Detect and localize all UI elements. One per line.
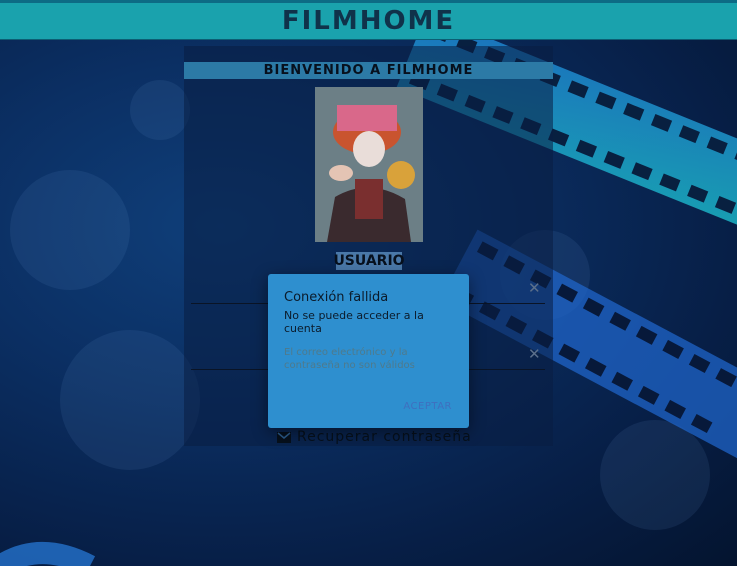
recover-password-label: Recuperar contraseña: [297, 429, 472, 445]
close-icon[interactable]: ✕: [528, 279, 541, 297]
user-label: USUARIO: [333, 252, 405, 270]
top-bar: FILMHOME: [0, 0, 737, 40]
profile-avatar-image: [315, 87, 423, 242]
close-icon[interactable]: ✕: [528, 345, 541, 363]
mail-icon: [277, 431, 291, 443]
card-title: BIENVENIDO A FILMHOME: [184, 62, 553, 79]
error-dialog: Conexión fallida No se puede acceder a l…: [268, 274, 469, 428]
dialog-subtitle: No se puede acceder a la cuenta: [284, 309, 424, 335]
brand-title: FILMHOME: [281, 6, 456, 36]
dialog-accept-button[interactable]: ACEPTAR: [403, 401, 452, 412]
recover-password-link[interactable]: Recuperar contraseña: [277, 429, 472, 445]
dialog-title: Conexión fallida: [284, 290, 389, 305]
dialog-message: El correo electrónico y la contraseña no…: [284, 347, 415, 371]
